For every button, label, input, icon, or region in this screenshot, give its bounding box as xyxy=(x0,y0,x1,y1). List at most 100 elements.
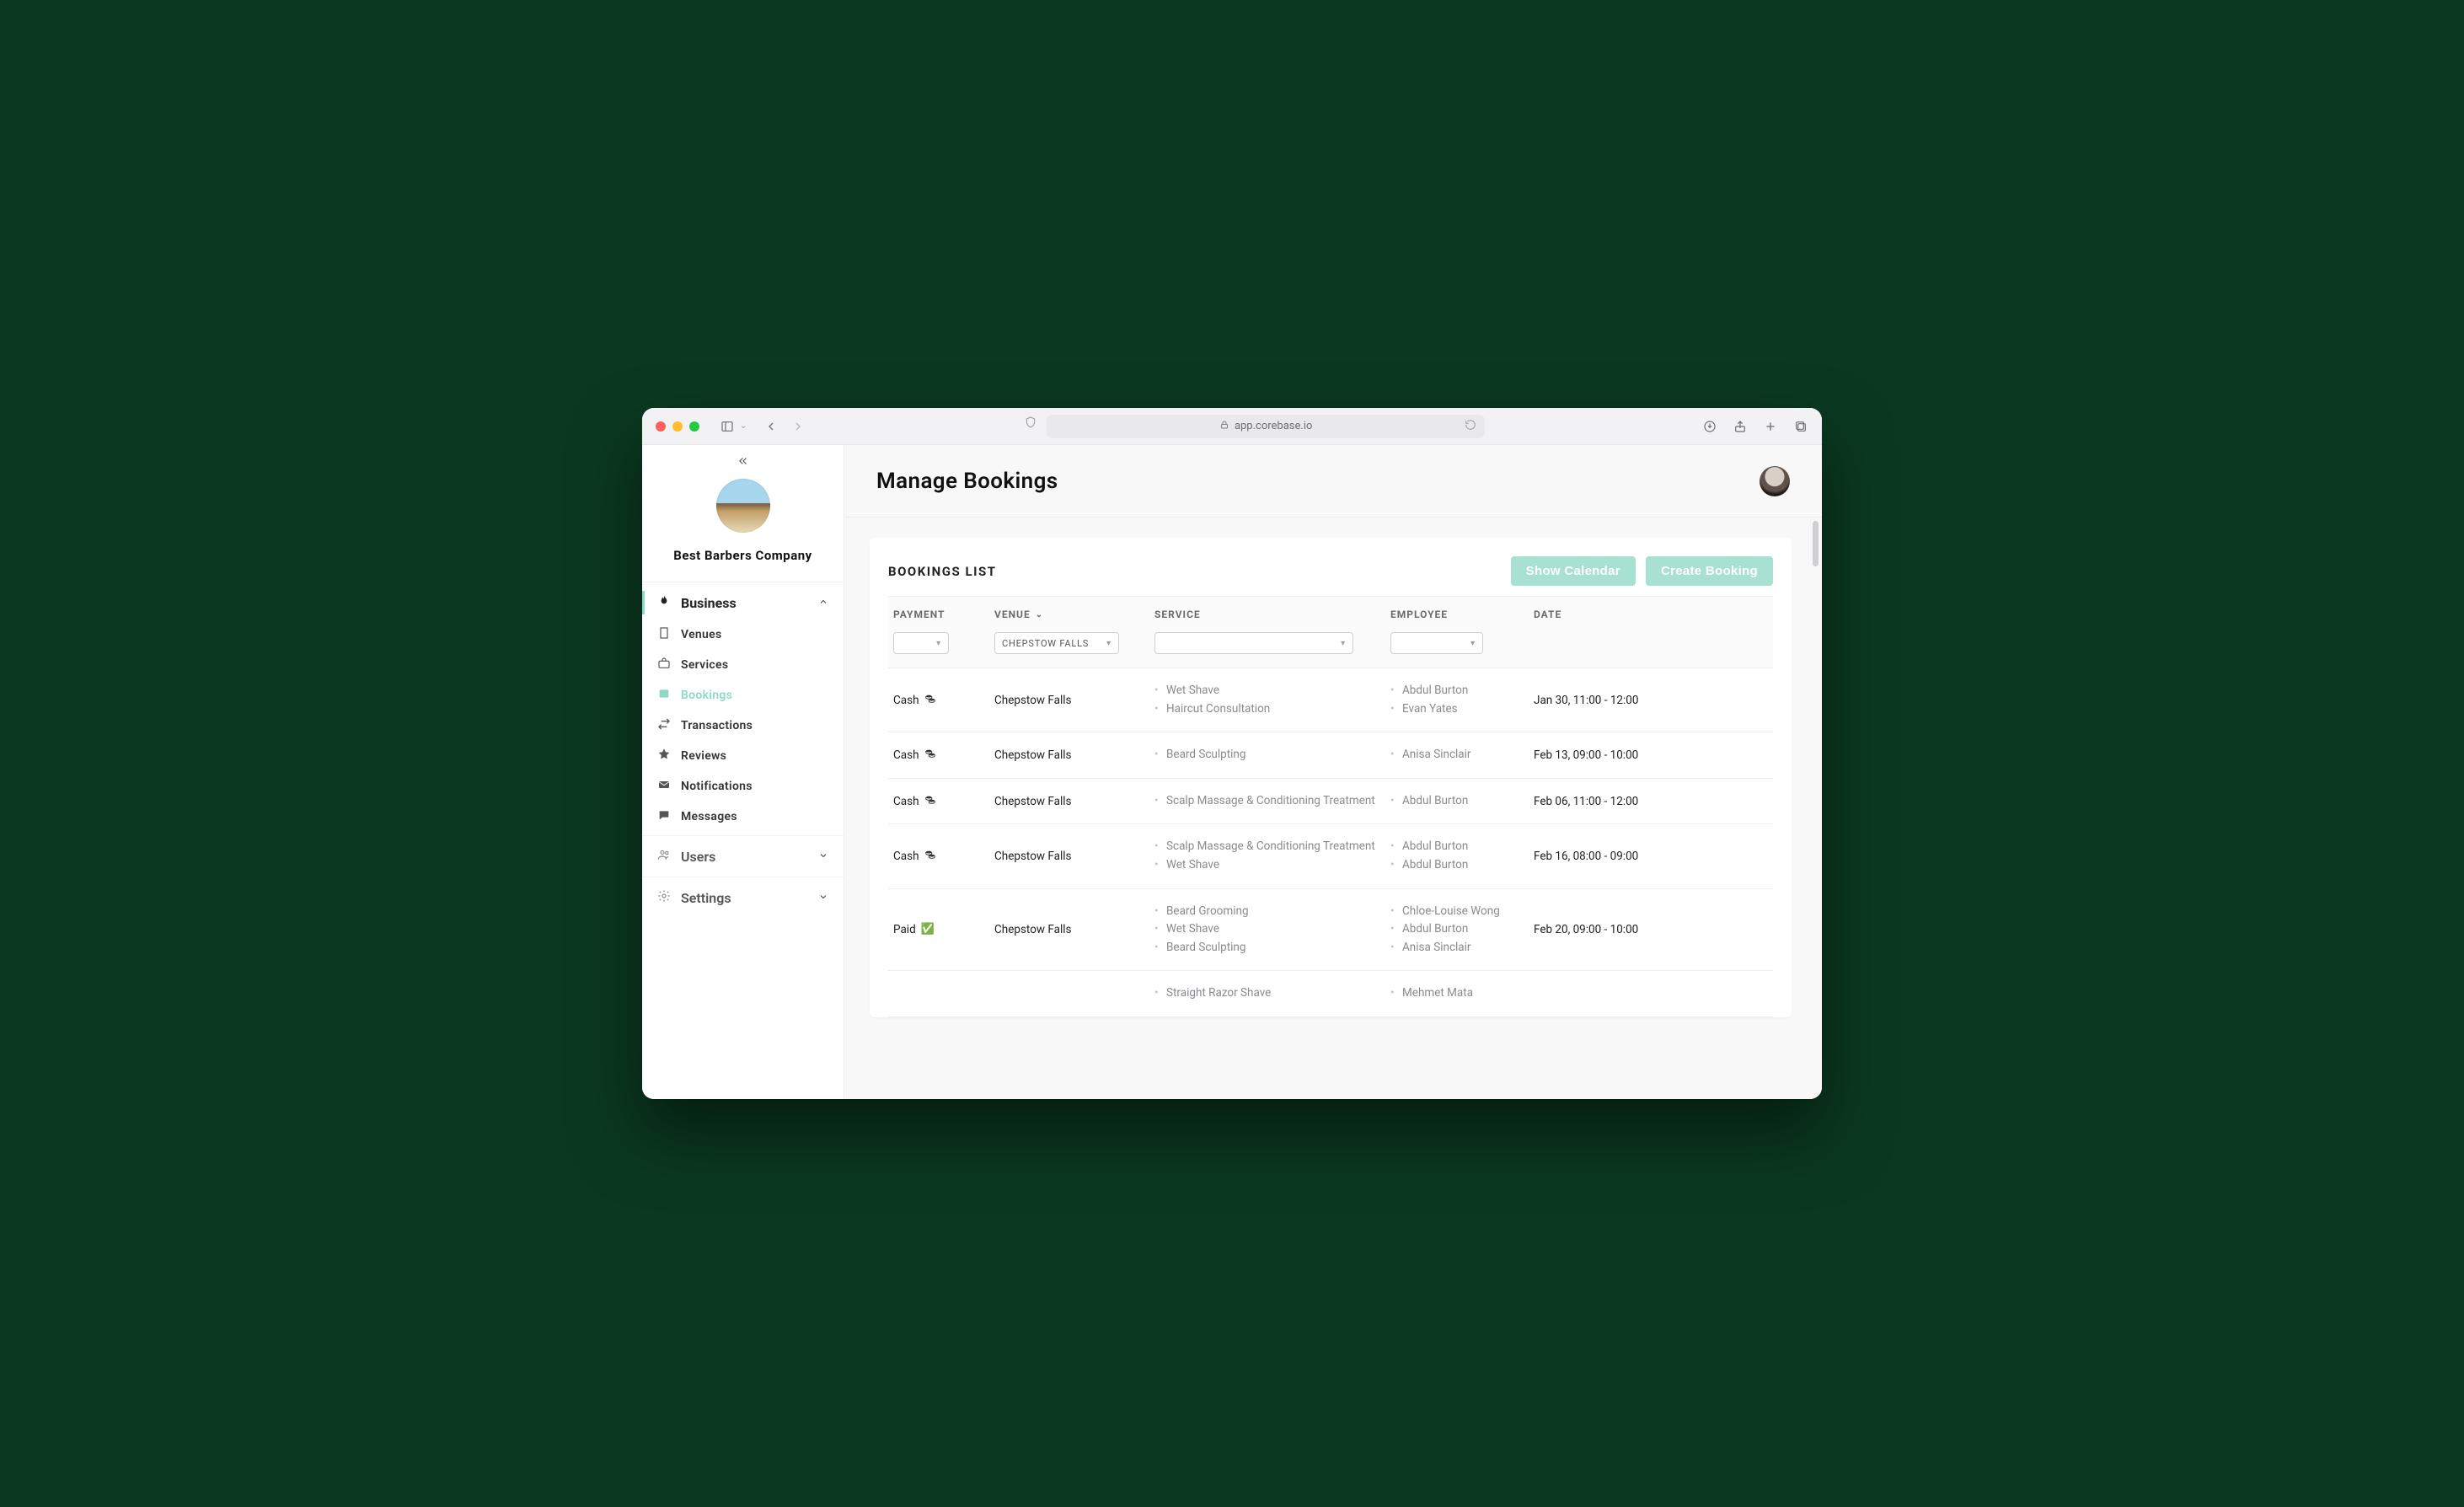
coins-icon xyxy=(924,748,936,763)
list-item: Beard Sculpting xyxy=(1154,939,1380,957)
cell-date: Feb 16, 08:00 - 09:00 xyxy=(1529,838,1655,874)
cell-services: Beard GroomingWet ShaveBeard Sculpting xyxy=(1149,903,1385,957)
table-row[interactable]: Cash Chepstow FallsWet ShaveHaircut Consu… xyxy=(888,668,1773,732)
envelope-icon xyxy=(657,778,671,795)
payment-filter-select[interactable]: ▾ xyxy=(893,632,949,654)
address-bar-text: app.corebase.io xyxy=(1235,420,1312,432)
sidebar-toggle-icon[interactable] xyxy=(720,419,735,434)
cell-venue: Chepstow Falls xyxy=(989,682,1149,718)
cell-date: Feb 20, 09:00 - 10:00 xyxy=(1529,903,1655,957)
sidebar-item-notifications[interactable]: Notifications xyxy=(642,771,844,802)
tabs-overview-icon[interactable] xyxy=(1793,419,1808,434)
cell-venue: Chepstow Falls xyxy=(989,792,1149,811)
cell-venue: Chepstow Falls xyxy=(989,903,1149,957)
refresh-icon[interactable] xyxy=(1465,419,1476,434)
back-button[interactable] xyxy=(763,419,779,434)
col-employee-label: EMPLOYEE xyxy=(1390,609,1524,620)
nav-parent-users[interactable]: Users xyxy=(642,839,844,873)
payment-text: Paid xyxy=(893,923,916,936)
list-item: Chloe-Louise Wong xyxy=(1390,903,1524,921)
payment-text: Cash xyxy=(893,694,919,707)
sidebar-item-services[interactable]: Services xyxy=(642,650,844,680)
sidebar-item-reviews[interactable]: Reviews xyxy=(642,741,844,771)
cell-services: Scalp Massage & Conditioning Treatment xyxy=(1149,792,1385,811)
new-tab-icon[interactable] xyxy=(1763,419,1778,434)
nav-arrows xyxy=(763,419,806,434)
col-payment-label: PAYMENT xyxy=(893,609,984,620)
list-item: Abdul Burton xyxy=(1390,920,1524,939)
sidebar-item-label: Services xyxy=(681,658,728,672)
nav-parent-business[interactable]: Business xyxy=(642,586,844,619)
col-venue-text: VENUE xyxy=(994,609,1031,620)
sidebar-item-venues[interactable]: Venues xyxy=(642,619,844,650)
list-item: Abdul Burton xyxy=(1390,682,1524,700)
collapse-sidebar-button[interactable] xyxy=(737,455,750,470)
col-venue-label[interactable]: VENUE ⌄ xyxy=(994,609,1144,620)
table-row[interactable]: Straight Razor ShaveMehmet Mata xyxy=(888,971,1773,1017)
create-booking-button[interactable]: Create Booking xyxy=(1646,556,1773,586)
table-row[interactable]: Cash Chepstow Falls Scalp Massage & Condit… xyxy=(888,824,1773,888)
cell-payment: Cash xyxy=(888,792,989,811)
coins-icon xyxy=(924,693,936,708)
cell-date: Feb 06, 11:00 - 12:00 xyxy=(1529,792,1655,811)
cell-payment: Cash xyxy=(888,746,989,764)
app-root: Best Barbers Company Business xyxy=(642,445,1822,1099)
cell-employees: Mehmet Mata xyxy=(1385,984,1529,1003)
close-window-button[interactable] xyxy=(656,421,666,432)
sidebar-item-messages[interactable]: Messages xyxy=(642,802,844,832)
forward-button[interactable] xyxy=(790,419,806,434)
card-actions: Show Calendar Create Booking xyxy=(1511,556,1773,586)
table-row[interactable]: CashChepstow FallsBeard SculptingAnisa S… xyxy=(888,732,1773,779)
address-bar[interactable]: app.corebase.io xyxy=(1047,415,1485,438)
cell-payment: Paid ✅ xyxy=(888,903,989,957)
service-filter-select[interactable]: ▾ xyxy=(1154,632,1353,654)
payment-text: Cash xyxy=(893,850,919,863)
list-item: Anisa Sinclair xyxy=(1390,746,1524,764)
show-calendar-button[interactable]: Show Calendar xyxy=(1511,556,1636,586)
browser-chrome: ⌄ app.corebase.io xyxy=(642,408,1822,445)
building-icon xyxy=(657,626,671,643)
nav-section-settings: Settings xyxy=(642,877,844,918)
list-item: Mehmet Mata xyxy=(1390,984,1524,1003)
sidebar-item-bookings[interactable]: Bookings xyxy=(642,680,844,711)
list-item: Abdul Burton xyxy=(1390,856,1524,875)
chevron-down-icon xyxy=(818,892,828,904)
sidebar-item-label: Reviews xyxy=(681,749,726,763)
cell-venue: Chepstow Falls xyxy=(989,838,1149,874)
user-avatar[interactable] xyxy=(1760,466,1790,496)
flame-icon xyxy=(657,594,671,611)
venue-filter-select[interactable]: CHEPSTOW FALLS ▾ xyxy=(994,632,1119,654)
cell-services: Wet ShaveHaircut Consultation xyxy=(1149,682,1385,718)
sidebar-item-label: Messages xyxy=(681,810,737,823)
page-title: Manage Bookings xyxy=(876,469,1058,494)
list-item: Wet Shave xyxy=(1154,920,1380,939)
list-item: Beard Grooming xyxy=(1154,903,1380,921)
minimize-window-button[interactable] xyxy=(672,421,683,432)
venue-filter-value: CHEPSTOW FALLS xyxy=(1002,638,1089,649)
cell-employees: Abdul BurtonAbdul Burton xyxy=(1385,838,1529,874)
bookings-table: CashChepstow FallsWet ShaveHaircut Consu… xyxy=(888,668,1773,1017)
chevron-down-icon[interactable]: ⌄ xyxy=(740,421,747,431)
share-icon[interactable] xyxy=(1733,419,1748,434)
card-header: BOOKINGS LIST Show Calendar Create Booki… xyxy=(888,556,1773,597)
employee-filter-select[interactable]: ▾ xyxy=(1390,632,1483,654)
nav-parent-settings[interactable]: Settings xyxy=(642,881,844,914)
table-row[interactable]: Paid✅Chepstow FallsBeard GroomingWet Sha… xyxy=(888,889,1773,972)
table-row[interactable]: CashChepstow FallsScalp Massage & Condit… xyxy=(888,779,1773,825)
list-item: Abdul Burton xyxy=(1390,838,1524,856)
org-avatar[interactable] xyxy=(716,479,770,533)
maximize-window-button[interactable] xyxy=(689,421,699,432)
chevron-down-icon xyxy=(818,850,828,863)
star-icon xyxy=(657,748,671,764)
sidebar-item-label: Transactions xyxy=(681,719,753,732)
privacy-shield-icon[interactable] xyxy=(1023,415,1038,430)
list-item: Scalp Massage & Conditioning Treatment xyxy=(1154,838,1380,856)
sidebar-item-transactions[interactable]: Transactions xyxy=(642,711,844,741)
list-item: Wet Shave xyxy=(1154,856,1380,875)
list-item: Wet Shave xyxy=(1154,682,1380,700)
cell-employees: Chloe-Louise WongAbdul BurtonAnisa Sincl… xyxy=(1385,903,1529,957)
downloads-icon[interactable] xyxy=(1702,419,1717,434)
coins-icon xyxy=(924,849,936,864)
check-icon: ✅ xyxy=(921,923,935,936)
topbar: Manage Bookings xyxy=(844,445,1822,518)
